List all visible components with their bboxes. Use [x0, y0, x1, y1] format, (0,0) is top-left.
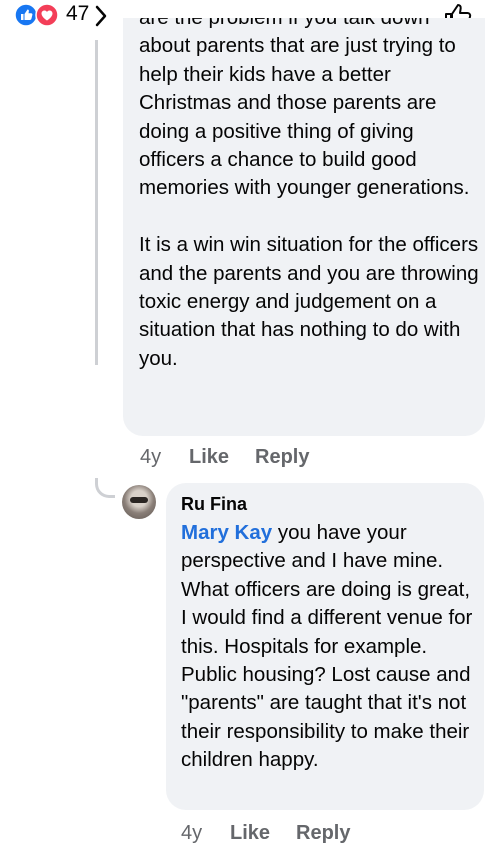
comment-paragraph: It is a win win situation for the office… — [139, 233, 479, 370]
reply-age: 4y — [181, 822, 203, 844]
comment-text: are the problem if you talk down about p… — [139, 18, 484, 373]
reply-link[interactable]: Reply — [296, 822, 350, 845]
reaction-count[interactable]: 47 — [66, 2, 89, 26]
avatar[interactable] — [122, 485, 156, 519]
like-link[interactable]: Like — [230, 822, 270, 845]
chevron-right-icon[interactable] — [94, 5, 108, 27]
comment-partial-line: are the problem if you talk down — [139, 18, 484, 32]
like-link[interactable]: Like — [189, 446, 229, 469]
comment-paragraph: about parents that are just trying to he… — [139, 34, 470, 200]
reply-body: you have your perspective and I have min… — [181, 521, 473, 772]
comment-bubble: are the problem if you talk down about p… — [123, 18, 485, 436]
author-name[interactable]: Ru Fina — [181, 494, 247, 515]
reply-text: Mary Kay you have your perspective and I… — [181, 519, 477, 775]
mention-link[interactable]: Mary Kay — [181, 521, 272, 544]
thread-line — [95, 40, 98, 365]
like-icon — [14, 3, 38, 27]
reply-link[interactable]: Reply — [255, 446, 309, 469]
thread-connector — [95, 478, 115, 498]
reply-bubble: Ru Fina Mary Kay you have your perspecti… — [166, 483, 484, 810]
reaction-icons[interactable] — [14, 3, 60, 27]
comment-age: 4y — [140, 446, 162, 468]
love-icon — [35, 3, 59, 27]
